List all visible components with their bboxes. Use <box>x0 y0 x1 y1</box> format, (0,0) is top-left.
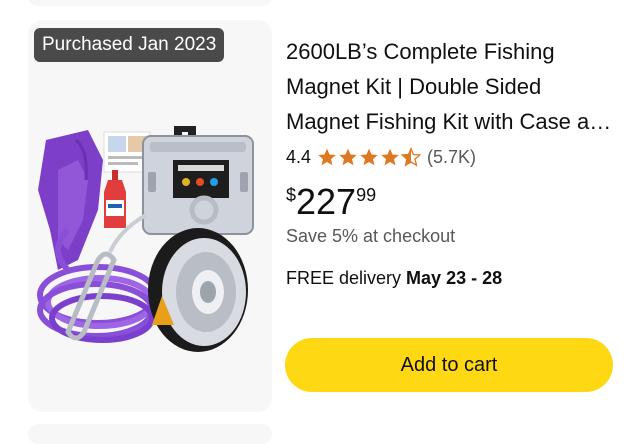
star-rating <box>317 147 422 167</box>
rating-value: 4.4 <box>286 146 312 167</box>
review-count[interactable]: (5.7K) <box>427 147 476 168</box>
star-half-icon <box>401 147 422 167</box>
bottle-icon <box>104 170 126 228</box>
star-full-icon <box>381 148 399 166</box>
product-image[interactable] <box>28 120 272 360</box>
price-fraction: 99 <box>356 185 377 205</box>
rope-icon <box>37 227 159 343</box>
price-currency-symbol: $ <box>286 185 297 205</box>
add-to-cart-button[interactable]: Add to cart <box>285 338 613 392</box>
delivery-prefix: FREE delivery <box>286 268 402 288</box>
delivery-info: FREE delivery May 23 - 28 <box>286 268 502 289</box>
product-title[interactable]: 2600LB’s Complete Fishing Magnet Kit | D… <box>286 34 616 139</box>
price: $ 227 99 <box>286 181 376 223</box>
previous-card-edge <box>28 0 272 6</box>
star-full-icon <box>318 148 336 166</box>
star-full-icon <box>360 148 378 166</box>
savings-text: Save 5% at checkout <box>286 226 456 246</box>
next-card-edge <box>28 424 272 444</box>
delivery-date: May 23 - 28 <box>406 268 503 288</box>
star-full-icon <box>339 148 357 166</box>
purchased-badge: Purchased Jan 2023 <box>34 28 225 62</box>
glove-icon <box>38 130 103 270</box>
rating-row[interactable]: 4.4 (5.7K) <box>286 143 476 171</box>
price-whole: 227 <box>296 181 357 222</box>
